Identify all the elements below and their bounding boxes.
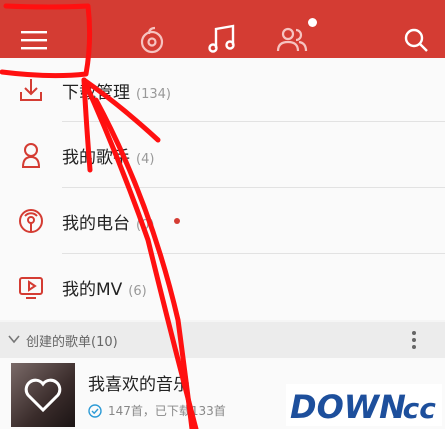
search-icon[interactable] (398, 22, 434, 58)
created-playlists-header[interactable]: 创建的歌单(10) (0, 322, 445, 358)
playlist-subtitle: 147首，已下载133首 (88, 402, 226, 419)
menu-item-count: (4) (136, 151, 155, 167)
menu-item-label: 我的电台 (62, 213, 130, 234)
watermark-text-main: DOWN (290, 388, 406, 426)
menu-item-count: (6) (128, 283, 147, 299)
section-title: 创建的歌单(10) (26, 334, 118, 350)
friends-icon[interactable] (274, 22, 310, 58)
singer-icon (14, 138, 48, 172)
menu-item-radio[interactable]: 我的电台 (0) (0, 188, 445, 254)
mv-icon (14, 270, 48, 304)
playlist-title: 我喜欢的音乐 (88, 375, 190, 395)
radio-icon (14, 204, 48, 238)
chevron-down-icon (8, 335, 20, 344)
heart-icon (24, 378, 62, 413)
discover-music-icon[interactable] (134, 22, 170, 58)
my-music-icon[interactable] (204, 22, 240, 58)
down-cc-watermark: DOWN .cc (286, 384, 442, 426)
download-icon (14, 73, 48, 107)
playlist-stats: 147首，已下载133首 (108, 404, 226, 418)
menu-item-label: 我的歌手 (62, 147, 130, 168)
menu-item-label: 我的MV (62, 279, 123, 300)
watermark-text-suffix: .cc (392, 392, 436, 425)
downloaded-check-icon (88, 403, 102, 418)
playlist-cover (11, 363, 75, 427)
new-indicator-dot (174, 218, 180, 224)
menu-item-download[interactable]: 下载管理 (134) (0, 58, 445, 122)
menu-item-mv[interactable]: 我的MV (6) (0, 254, 445, 320)
menu-item-label: 下载管理 (62, 82, 130, 103)
my-music-menu: 下载管理 (134) 我的歌手 (4) 我的电台 (0) 我的MV (6) (0, 58, 445, 320)
notification-dot (308, 18, 317, 27)
menu-item-count: (0) (136, 217, 155, 233)
menu-item-singers[interactable]: 我的歌手 (4) (0, 122, 445, 188)
menu-item-count: (134) (136, 86, 171, 102)
menu-icon[interactable] (16, 22, 52, 58)
more-options-icon[interactable] (410, 330, 418, 350)
